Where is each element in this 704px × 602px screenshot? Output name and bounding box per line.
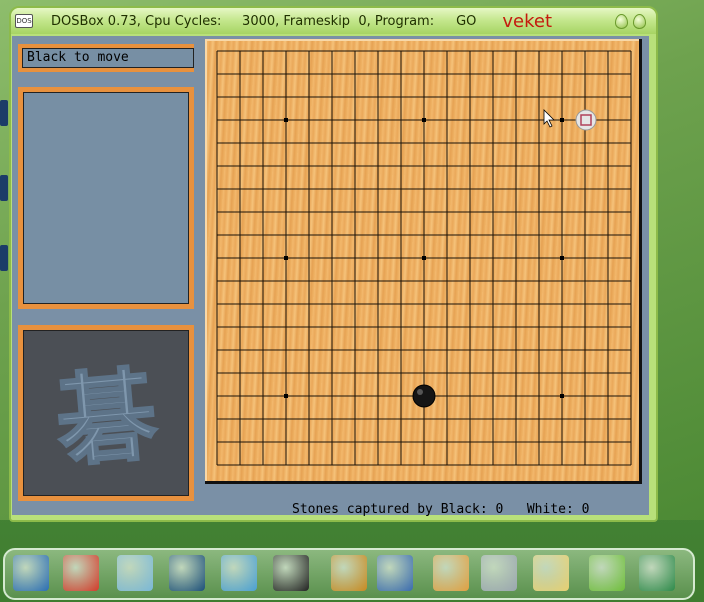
star-point	[284, 118, 288, 122]
media-player-icon[interactable]	[169, 555, 205, 591]
info-panel-content	[23, 92, 189, 304]
pen-icon[interactable]	[117, 555, 153, 591]
go-logo-panel: 碁	[18, 325, 194, 501]
go-kanji-char: 碁	[52, 356, 162, 473]
star-point	[284, 256, 288, 260]
mouse-pointer-icon	[543, 109, 555, 128]
pig-icon[interactable]	[63, 555, 99, 591]
placement-cursor[interactable]	[575, 109, 597, 131]
black-stone	[412, 384, 436, 408]
captured-black-label: Stones captured by Black:	[292, 502, 488, 517]
penguin-icon[interactable]	[273, 555, 309, 591]
turn-status: Black to move	[22, 48, 194, 68]
monitor-icon[interactable]	[13, 555, 49, 591]
close-button[interactable]	[633, 14, 646, 29]
captured-white-label: White:	[526, 502, 574, 517]
star-point	[422, 256, 426, 260]
go-kanji-logo: 碁	[51, 355, 163, 473]
star-point	[560, 256, 564, 260]
desktop-icon[interactable]	[0, 245, 8, 271]
camera-icon[interactable]	[639, 555, 675, 591]
capture-status: Stones captured by Black: 0 White: 0	[292, 502, 589, 517]
title-bar[interactable]: DOS DOSBox 0.73, Cpu Cycles: 3000, Frame…	[11, 8, 656, 34]
game-screen: Black to move 碁 Stones captured by Black…	[12, 36, 649, 517]
window-title: DOSBox 0.73, Cpu Cycles: 3000, Frameskip…	[51, 13, 435, 29]
star-point	[560, 118, 564, 122]
go-board[interactable]	[205, 39, 639, 481]
photo-icon[interactable]	[533, 555, 569, 591]
board-grid[interactable]	[207, 41, 639, 481]
stone-highlight	[417, 389, 423, 395]
star-point	[284, 394, 288, 398]
dosbox-app-icon[interactable]: DOS	[15, 14, 33, 28]
desktop-icon[interactable]	[0, 175, 8, 201]
usb-drive-icon[interactable]	[481, 555, 517, 591]
captured-black-count: 0	[495, 502, 504, 517]
dosbox-window: DOS DOSBox 0.73, Cpu Cycles: 3000, Frame…	[9, 6, 658, 522]
star-point	[422, 118, 426, 122]
captured-white-count: 0	[581, 502, 590, 517]
cursor-stone	[575, 109, 597, 131]
paint-palette-icon[interactable]	[433, 555, 469, 591]
help-icon[interactable]	[589, 555, 625, 591]
info-panel	[18, 87, 194, 309]
exit-door-icon[interactable]	[331, 555, 367, 591]
network-user-icon[interactable]	[221, 555, 257, 591]
taskbar-dock	[3, 548, 695, 600]
minimize-button[interactable]	[615, 14, 628, 29]
desktop-icon[interactable]	[0, 100, 8, 126]
slideshow-icon[interactable]	[377, 555, 413, 591]
turn-status-panel: Black to move	[18, 44, 194, 72]
program-name: GO	[456, 13, 477, 29]
veket-brand-label: veket	[502, 10, 553, 32]
star-point	[560, 394, 564, 398]
